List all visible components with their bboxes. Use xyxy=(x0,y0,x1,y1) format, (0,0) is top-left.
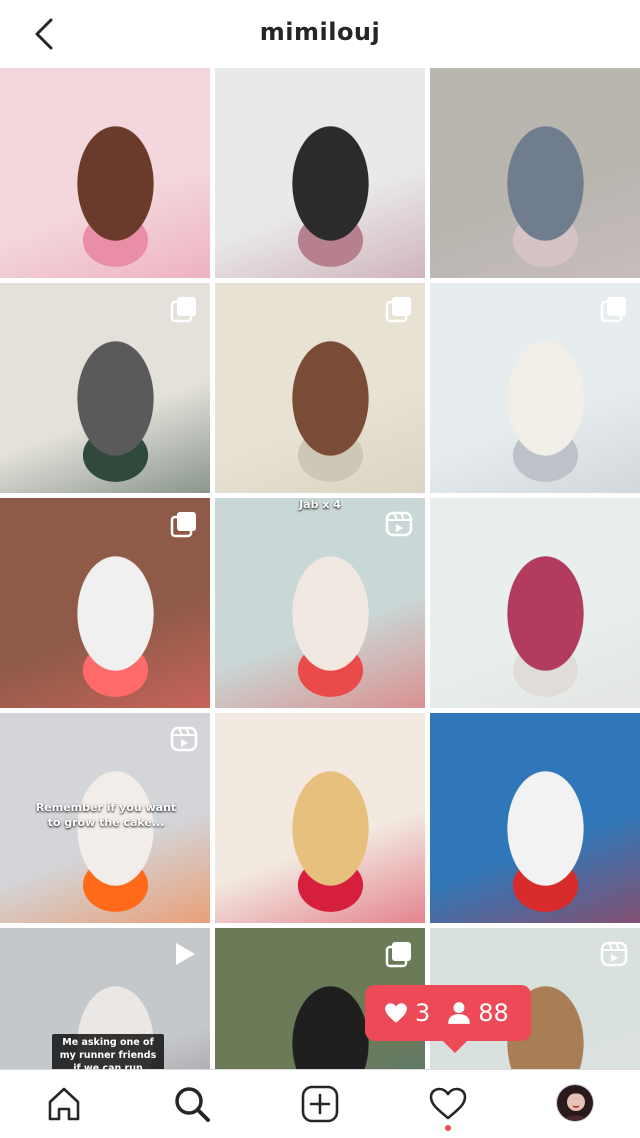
tab-home[interactable] xyxy=(44,1084,84,1124)
post-thumbnail[interactable] xyxy=(430,498,640,708)
post-thumbnail[interactable]: Me asking one of my runner friends if we… xyxy=(0,928,210,1069)
tab-search[interactable] xyxy=(172,1084,212,1124)
post-image xyxy=(430,68,640,278)
tab-activity[interactable] xyxy=(428,1084,468,1124)
search-icon xyxy=(175,1087,210,1122)
post-image xyxy=(215,713,425,923)
plus-square-icon xyxy=(301,1085,339,1123)
heart-icon xyxy=(385,1003,407,1023)
reels-icon xyxy=(600,940,628,968)
reels-icon xyxy=(170,725,198,753)
post-thumbnail[interactable] xyxy=(0,283,210,493)
tab-new-post[interactable] xyxy=(300,1084,340,1124)
activity-notification-bubble[interactable]: 3 88 xyxy=(365,985,531,1053)
home-icon xyxy=(48,1087,80,1121)
carousel-icon xyxy=(170,295,198,323)
post-grid: Jab x 4 Remember if you want to grow the … xyxy=(0,68,640,1069)
likes-count: 3 xyxy=(415,999,431,1027)
carousel-icon xyxy=(170,510,198,538)
carousel-icon xyxy=(385,295,413,323)
carousel-icon xyxy=(385,940,413,968)
video-play-icon xyxy=(170,940,198,968)
post-image xyxy=(430,713,640,923)
post-thumbnail[interactable] xyxy=(430,713,640,923)
reels-icon xyxy=(385,510,413,538)
post-thumbnail[interactable]: Remember if you want to grow the cake... xyxy=(0,713,210,923)
post-image xyxy=(430,498,640,708)
post-thumbnail[interactable] xyxy=(215,713,425,923)
carousel-icon xyxy=(600,295,628,323)
activity-indicator-dot xyxy=(445,1125,451,1131)
profile-username: mimilouj xyxy=(259,18,381,46)
post-thumbnail[interactable]: Jab x 4 xyxy=(215,498,425,708)
post-overlay-text: Me asking one of my runner friends if we… xyxy=(52,1034,164,1069)
post-thumbnail[interactable] xyxy=(430,283,640,493)
post-thumbnail[interactable] xyxy=(430,68,640,278)
post-image xyxy=(0,68,210,278)
post-thumbnail[interactable] xyxy=(0,68,210,278)
tab-profile-avatar[interactable] xyxy=(556,1084,594,1122)
heart-outline-icon xyxy=(429,1087,467,1120)
post-image xyxy=(215,68,425,278)
post-overlay-text: Remember if you want to grow the cake... xyxy=(35,801,177,829)
person-icon xyxy=(448,1002,471,1024)
followers-count: 88 xyxy=(478,999,509,1027)
post-thumbnail[interactable] xyxy=(0,498,210,708)
post-thumbnail[interactable] xyxy=(215,68,425,278)
post-thumbnail[interactable] xyxy=(215,283,425,493)
bottom-tab-bar xyxy=(0,1069,640,1138)
header: mimilouj xyxy=(0,0,640,68)
